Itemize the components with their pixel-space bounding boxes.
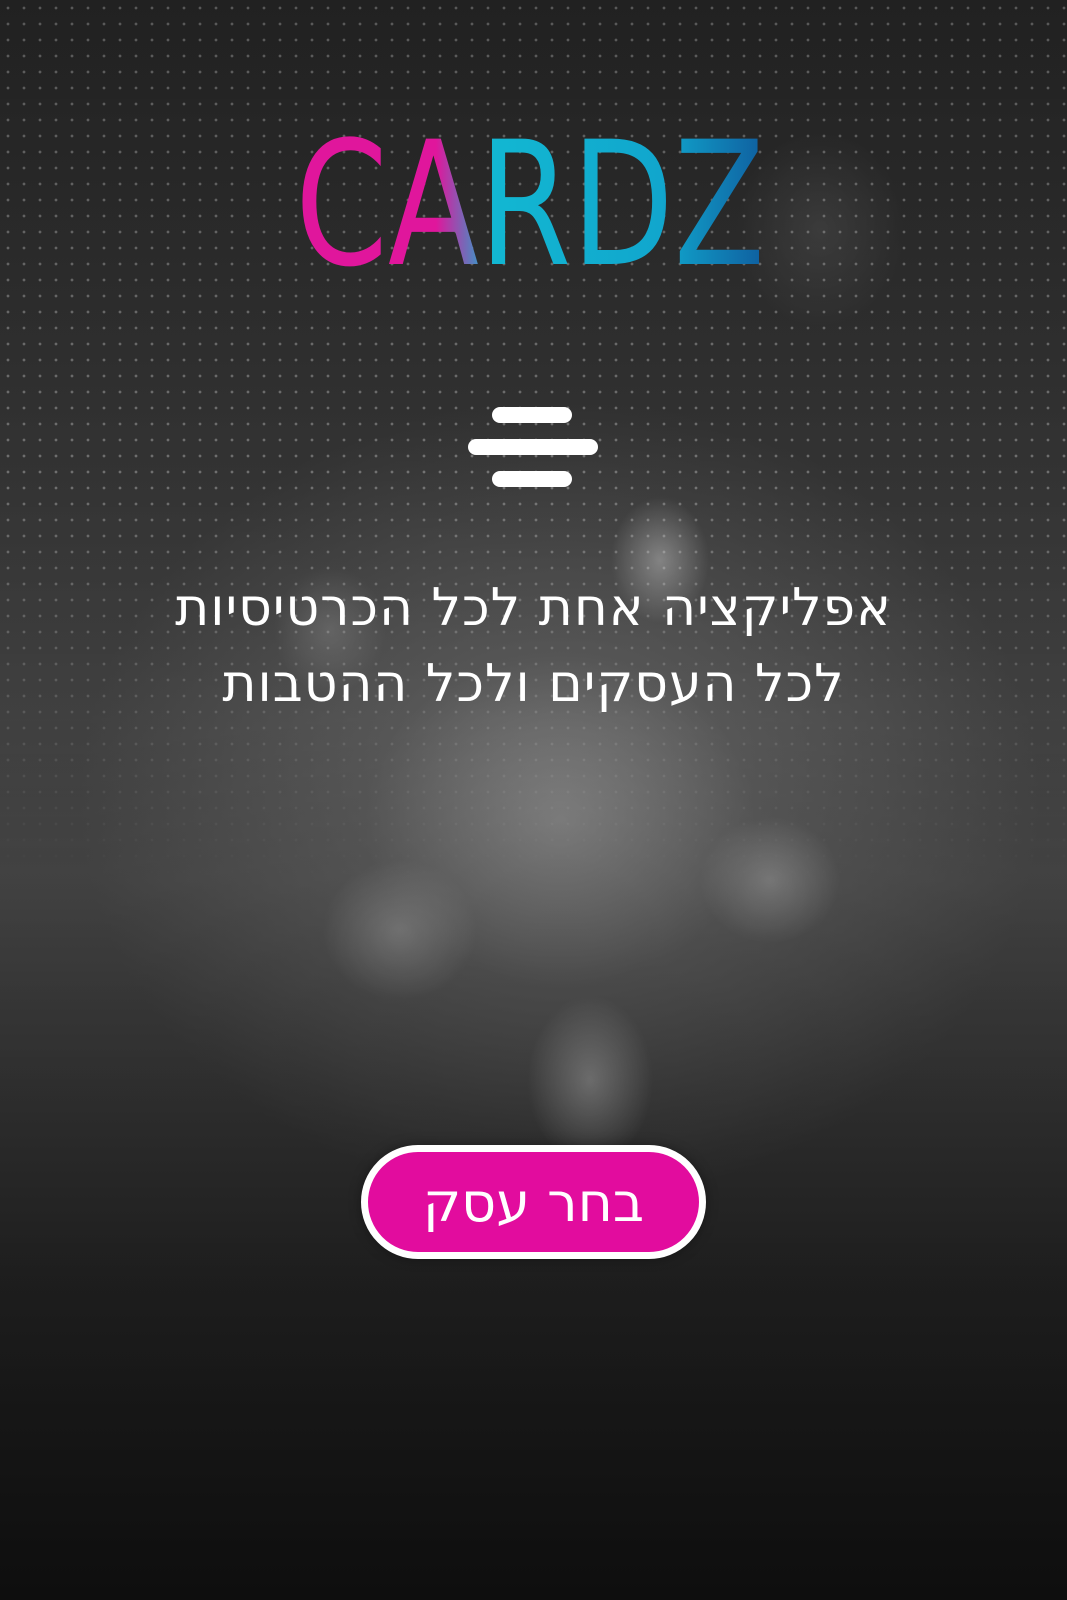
- tagline-line-2: לכל העסקים ולכל ההטבות: [222, 654, 845, 714]
- hamburger-icon[interactable]: [468, 405, 598, 495]
- cardz-logo: CARDZ: [290, 128, 770, 273]
- menu-line-bottom: [492, 471, 572, 487]
- choose-business-label: בחר עסק: [422, 1170, 645, 1234]
- tagline-line-1: אפליקציה אחת לכל הכרטיסיות: [175, 578, 892, 638]
- home-screen: CARDZ אפליקציה אחת לכל הכרטיסיות לכל העס…: [0, 0, 1067, 1600]
- choose-business-button[interactable]: בחר עסק: [361, 1145, 706, 1259]
- logo-text: CARDZ: [295, 128, 765, 273]
- menu-line-top: [492, 407, 572, 423]
- menu-line-middle: [468, 439, 598, 455]
- tagline: אפליקציה אחת לכל הכרטיסיות לכל העסקים ול…: [0, 570, 1067, 722]
